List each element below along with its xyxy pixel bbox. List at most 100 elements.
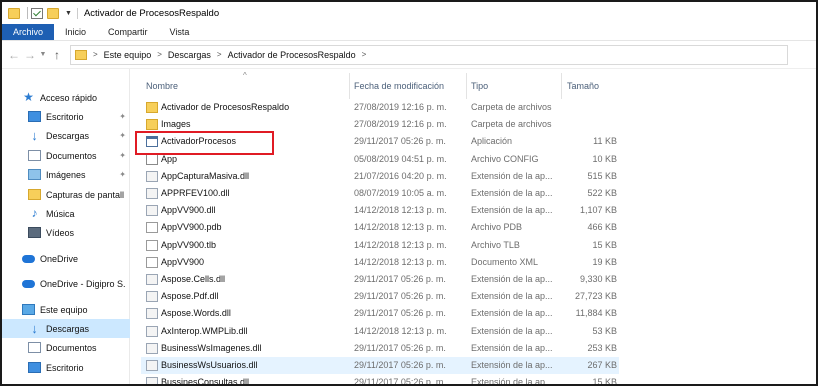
sidebar-item-label: OneDrive (40, 253, 79, 264)
sidebar-item-acceso-rapido[interactable]: ★ Acceso rápido (2, 88, 130, 107)
sort-ascending-icon: ^ (243, 71, 247, 80)
file-date: 21/07/2016 04:20 p. m. (354, 170, 447, 181)
file-size: 267 KB (587, 360, 617, 370)
breadcrumb-current-folder[interactable]: Activador de ProcesosRespaldo (228, 50, 356, 60)
new-folder-icon[interactable] (47, 7, 59, 19)
sidebar-item-este-equipo[interactable]: Este equipo (2, 300, 130, 319)
file-row[interactable]: AppVV900 14/12/2018 12:13 p. m. Documento … (141, 254, 619, 271)
column-divider[interactable] (561, 73, 562, 99)
sidebar-item-onedrive[interactable]: OneDrive (2, 249, 130, 268)
navigation-bar: ← → ▼ ↑ > Este equipo > Descargas > Acti… (2, 41, 816, 69)
file-row[interactable]: BusinessWsUsuarios.dll 29/11/2017 05:26 p… (141, 357, 619, 374)
sidebar-item-label: Documentos (46, 342, 97, 353)
file-type: Documento XML (471, 256, 539, 267)
file-size: 11,884 KB (575, 308, 617, 319)
column-header-fecha[interactable]: Fecha de modificación (354, 81, 444, 91)
file-size: 522 KB (587, 188, 617, 198)
chevron-right-icon[interactable]: > (362, 50, 367, 59)
documents-icon (28, 342, 41, 353)
chevron-right-icon[interactable]: > (93, 50, 98, 59)
file-name: APPRFEV100.dll (161, 188, 230, 198)
column-divider[interactable] (349, 73, 350, 99)
sidebar-item-escritorio[interactable]: Escritorio ✦ (2, 107, 130, 126)
quick-access-dropdown-icon[interactable]: ▼ (65, 10, 72, 17)
sidebar-item-imagenes[interactable]: Imágenes ✦ (2, 165, 130, 184)
file-row[interactable]: AppVV900.dll 14/12/2018 12:13 p. m. Extens… (141, 202, 619, 219)
column-header-tipo[interactable]: Tipo (471, 81, 488, 91)
folder-file-icon (146, 102, 158, 113)
file-name: Aspose.Pdf.dll (161, 291, 219, 302)
sidebar-item-label: Descargas (46, 130, 90, 141)
sidebar-item-escritorio-pc[interactable]: Escritorio (2, 358, 130, 377)
file-size: 15 KB (592, 377, 617, 386)
onedrive-icon (22, 279, 35, 288)
dll-file-icon (146, 274, 158, 285)
file-type: Archivo TLB (471, 239, 520, 250)
forward-arrow-icon[interactable]: → (22, 48, 38, 62)
file-size: 11 KB (593, 136, 617, 147)
file-name: AxInterop.WMPLib.dll (161, 325, 248, 336)
tab-vista[interactable]: Vista (159, 24, 201, 40)
file-row[interactable]: Activador de ProcesosRespaldo 27/08/2019 … (141, 99, 619, 116)
file-type: Extensión de la ap... (471, 308, 553, 319)
file-row[interactable]: AppCapturaMasiva.dll 21/07/2016 04:20 p. … (141, 168, 619, 185)
sidebar-item-descargas-pc[interactable]: ↓ Descargas (2, 319, 130, 338)
recent-locations-chevron-icon[interactable]: ▼ (38, 51, 48, 58)
file-name: Activador de ProcesosRespaldo (161, 102, 290, 112)
sidebar-item-documentos-pc[interactable]: Documentos (2, 338, 130, 357)
file-type: Aplicación (471, 136, 513, 147)
desktop-icon (28, 362, 41, 373)
back-arrow-icon[interactable]: ← (6, 48, 22, 62)
explorer-window: ▼ Activador de ProcesosRespaldo Archivo … (0, 0, 818, 386)
folder-icon (75, 49, 87, 60)
window-title: Activador de ProcesosRespaldo (76, 7, 219, 19)
file-row[interactable]: BusinessWsImagenes.dll 29/11/2017 05:26 p… (141, 340, 619, 357)
file-name: AppVV900 (161, 256, 205, 267)
column-header-nombre[interactable]: Nombre (146, 81, 178, 91)
chevron-right-icon[interactable]: > (217, 50, 222, 59)
file-name: AppVV900.tlb (161, 239, 217, 250)
file-row[interactable]: Aspose.Cells.dll 29/11/2017 05:26 p. m. Ex… (141, 271, 619, 288)
file-name: AppCapturaMasiva.dll (161, 170, 250, 181)
file-row[interactable]: Aspose.Pdf.dll 29/11/2017 05:26 p. m. Exte… (141, 288, 619, 305)
file-row[interactable]: APPRFEV100.dll 08/07/2019 10:05 a. m. Exte… (141, 185, 619, 202)
file-date: 14/12/2018 12:13 p. m. (354, 239, 447, 250)
tab-archivo[interactable]: Archivo (2, 24, 55, 40)
breadcrumb-descargas[interactable]: Descargas (168, 50, 211, 60)
sidebar-item-videos[interactable]: Vídeos (2, 223, 130, 242)
file-size: 27,723 KB (574, 291, 617, 302)
address-bar[interactable]: > Este equipo > Descargas > Activador de… (70, 44, 788, 65)
column-headers: ^ Nombre Fecha de modificación Tipo Tama… (131, 69, 816, 99)
file-date: 27/08/2019 12:16 p. m. (354, 102, 447, 112)
file-date: 29/11/2017 05:26 p. m. (354, 308, 446, 319)
breadcrumb-este-equipo[interactable]: Este equipo (104, 50, 152, 60)
up-arrow-icon[interactable]: ↑ (48, 48, 66, 62)
file-file-icon (146, 222, 158, 234)
column-divider[interactable] (466, 73, 467, 99)
file-type: Archivo CONFIG (471, 153, 539, 164)
file-row[interactable]: Aspose.Words.dll 29/11/2017 05:26 p. m. Ex… (141, 305, 619, 322)
file-type: Extensión de la ap... (471, 291, 553, 302)
sidebar-item-capturas[interactable]: Capturas de pantall (2, 185, 130, 204)
sidebar-item-label: Escritorio (46, 111, 84, 122)
properties-icon[interactable] (31, 7, 43, 19)
file-size: 515 KB (587, 170, 617, 181)
file-row[interactable]: AppVV900.tlb 14/12/2018 12:13 p. m. Archiv… (141, 237, 619, 254)
dll-file-icon (146, 360, 158, 371)
file-file-icon (146, 256, 158, 268)
file-size: 15 KB (592, 239, 617, 250)
sidebar-item-onedrive-digipro[interactable]: OneDrive - Digipro S. (2, 274, 130, 293)
tab-compartir[interactable]: Compartir (97, 24, 159, 40)
sidebar-item-documentos[interactable]: Documentos ✦ (2, 146, 130, 165)
dll-file-icon (146, 377, 158, 384)
file-row[interactable]: BussinesConsultas.dll 29/11/2017 05:26 p.… (141, 374, 619, 386)
sidebar-item-label: Documentos (46, 150, 97, 161)
file-row[interactable]: AppVV900.pdb 14/12/2018 12:13 p. m. Archiv… (141, 219, 619, 236)
file-row[interactable]: AxInterop.WMPLib.dll 14/12/2018 12:13 p. … (141, 323, 619, 340)
file-type: Extensión de la ap... (471, 188, 553, 198)
tab-inicio[interactable]: Inicio (54, 24, 97, 40)
sidebar-item-musica[interactable]: ♪ Música (2, 204, 130, 223)
column-header-tamano[interactable]: Tamaño (567, 81, 599, 91)
chevron-right-icon[interactable]: > (157, 50, 162, 59)
sidebar-item-descargas[interactable]: ↓ Descargas ✦ (2, 126, 130, 145)
